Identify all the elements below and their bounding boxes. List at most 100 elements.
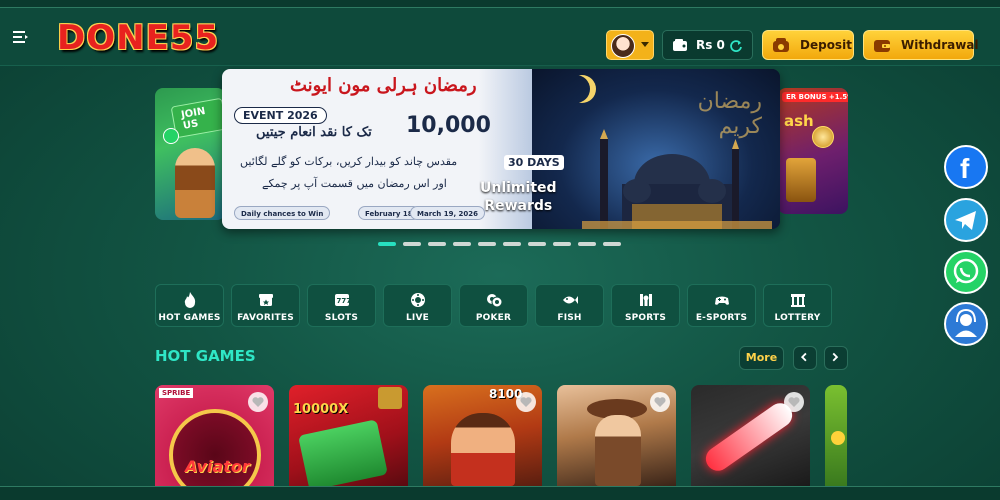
- site-logo[interactable]: DONE55: [57, 18, 219, 58]
- category-label: E-SPORTS: [695, 313, 748, 323]
- promo-banner-ramadan[interactable]: رمضان کریم رمضان ہرلی مون ایونٹ EVENT 20…: [222, 69, 780, 229]
- multiplier-label: 10000X: [293, 402, 349, 417]
- carousel-dot[interactable]: [428, 242, 446, 246]
- cowgirl-character: [595, 415, 641, 486]
- category-hot-games[interactable]: HOT GAMES: [155, 284, 224, 327]
- refresh-icon[interactable]: [729, 39, 743, 53]
- category-e-sports[interactable]: E-SPORTS: [687, 284, 756, 327]
- banner-title: رمضان ہرلی مون ایونٹ: [290, 75, 477, 96]
- category-label: SPORTS: [624, 313, 667, 323]
- game-card-cowgirl[interactable]: [557, 385, 676, 486]
- favorite-heart-icon[interactable]: [784, 392, 804, 412]
- svg-text:f: f: [960, 153, 970, 184]
- more-button[interactable]: More: [739, 346, 784, 370]
- chevron-down-icon: [641, 42, 649, 47]
- provider-badge: SPRIBE: [159, 388, 194, 398]
- promo-banner-prev[interactable]: JOIN US: [155, 88, 225, 220]
- neon-sign-image: [701, 398, 797, 476]
- next-button[interactable]: [824, 346, 848, 370]
- sports-icon: [639, 294, 652, 306]
- prize-amount: 10,000: [406, 113, 491, 138]
- facebook-icon[interactable]: f: [944, 145, 988, 189]
- favorite-heart-icon[interactable]: [248, 392, 268, 412]
- ramadan-calligraphy: رمضان کریم: [697, 89, 762, 139]
- game-card-10000x[interactable]: 10000X: [289, 385, 408, 486]
- game-card-8100[interactable]: 8100: [423, 385, 542, 486]
- end-date-chip: March 19, 2026: [410, 206, 486, 220]
- category-label: FAVORITES: [237, 313, 294, 323]
- balance-amount: Rs 0: [696, 38, 725, 52]
- daily-chances-chip: Daily chances to Win: [234, 206, 331, 220]
- category-label: SLOTS: [324, 313, 359, 323]
- carousel-dot[interactable]: [403, 242, 421, 246]
- banner-character: [175, 148, 215, 218]
- category-lottery[interactable]: LOTTERY: [763, 284, 832, 327]
- wallet-icon: [673, 39, 687, 51]
- category-fish[interactable]: FISH: [535, 284, 604, 327]
- unlimited-label: Unlimited: [480, 180, 557, 196]
- prev-button[interactable]: [793, 346, 817, 370]
- unlimited-rewards: Unlimited Rewards: [480, 179, 557, 215]
- badge-icon: [378, 387, 402, 409]
- deposit-label: Deposit: [800, 38, 852, 52]
- game-card-aviator[interactable]: SPRIBE Aviator: [155, 385, 274, 486]
- cashback-text: ash: [784, 112, 814, 130]
- bonus-tag: ER BONUS +1.5%: [782, 92, 848, 102]
- category-live[interactable]: LIVE: [383, 284, 452, 327]
- favorite-heart-icon[interactable]: [650, 392, 670, 412]
- category-slots[interactable]: 777 SLOTS: [307, 284, 376, 327]
- game-title: Aviator: [185, 457, 250, 476]
- carousel-dot[interactable]: [453, 242, 471, 246]
- telegram-icon[interactable]: [944, 198, 988, 242]
- carousel-dot[interactable]: [578, 242, 596, 246]
- join-us-label: JOIN US: [170, 97, 225, 139]
- slot-machine-icon: 777: [334, 294, 351, 306]
- withdrawal-label: Withdrawal: [901, 38, 979, 52]
- banner-description-1: مقدس چاند کو بیدار کریں، برکات کو گلے لگ…: [240, 155, 458, 168]
- whatsapp-icon: [163, 128, 179, 144]
- carousel-dot[interactable]: [603, 242, 621, 246]
- game-card-arc[interactable]: [691, 385, 810, 486]
- warrior-character: [451, 413, 515, 486]
- crescent-moon-icon: [562, 75, 590, 103]
- deposit-icon: [773, 38, 789, 52]
- category-label: FISH: [557, 313, 582, 323]
- carousel-dot[interactable]: [378, 242, 396, 246]
- poker-chips-icon: [486, 294, 502, 308]
- event-badge: EVENT 2026: [234, 107, 327, 124]
- rewards-label: Rewards: [484, 198, 553, 214]
- withdrawal-icon: [874, 40, 890, 52]
- balance-display[interactable]: Rs 0: [662, 30, 753, 60]
- whatsapp-icon[interactable]: [944, 250, 988, 294]
- bottom-strip: [0, 486, 1000, 500]
- banner-description-2: اور اس رمضان میں قسمت آپ پر چمکے: [262, 177, 447, 190]
- category-label: POKER: [475, 313, 512, 323]
- category-sports[interactable]: SPORTS: [611, 284, 680, 327]
- favorites-box-icon: [258, 294, 273, 306]
- roulette-icon: [410, 293, 425, 307]
- category-label: LIVE: [406, 313, 429, 323]
- prize-text: تک کا نقد انعام جیتیں: [256, 125, 372, 140]
- top-strip: [0, 0, 1000, 8]
- category-label: HOT GAMES: [158, 313, 221, 323]
- carousel-dot[interactable]: [553, 242, 571, 246]
- category-favorites[interactable]: FAVORITES: [231, 284, 300, 327]
- svg-text:777: 777: [336, 297, 351, 305]
- menu-icon[interactable]: [12, 28, 30, 46]
- cash-stack-image: [298, 419, 388, 486]
- profile-button[interactable]: [606, 30, 654, 60]
- chevron-right-icon: [832, 352, 839, 362]
- carousel-dot[interactable]: [478, 242, 496, 246]
- category-poker[interactable]: POKER: [459, 284, 528, 327]
- header: DONE55 Rs 0 Deposit Withdrawal: [0, 8, 1000, 66]
- promo-banner-next[interactable]: ER BONUS +1.5% ash: [778, 88, 848, 214]
- carousel-dot[interactable]: [528, 242, 546, 246]
- carousel-dot[interactable]: [503, 242, 521, 246]
- coin-icon: [831, 431, 845, 445]
- favorite-heart-icon[interactable]: [516, 392, 536, 412]
- withdrawal-button[interactable]: Withdrawal: [863, 30, 979, 60]
- game-card-partial[interactable]: [825, 385, 847, 486]
- customer-support-icon[interactable]: [944, 302, 988, 346]
- deposit-button[interactable]: Deposit: [762, 30, 854, 60]
- flame-icon: [184, 292, 195, 308]
